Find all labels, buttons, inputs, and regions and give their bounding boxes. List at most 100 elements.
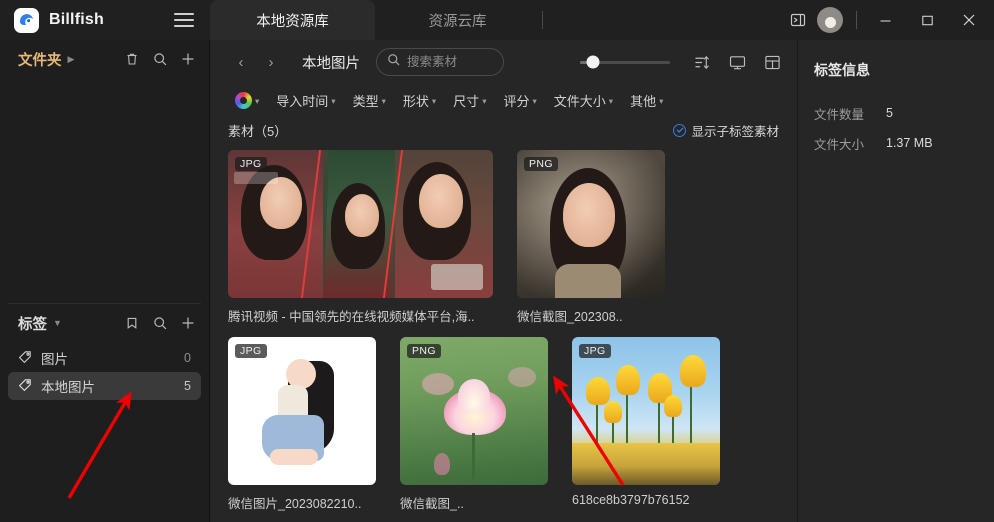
- search-icon[interactable]: [151, 314, 169, 332]
- tag-icon: [18, 350, 32, 367]
- tag-count: 0: [184, 351, 191, 365]
- title-bar: Billfish 本地资源库 资源云库: [0, 0, 994, 40]
- tag-list: 图片 0 本地图片 5: [0, 342, 209, 402]
- controls-divider: [856, 11, 857, 29]
- asset-item[interactable]: JPG 618ce8b3797b76152: [572, 337, 720, 512]
- chevron-right-icon[interactable]: ▶: [68, 54, 75, 65]
- folder-tree[interactable]: [0, 78, 209, 303]
- filter-other[interactable]: 其他 ▾: [623, 89, 670, 112]
- filter-dimension[interactable]: 尺寸 ▾: [446, 89, 493, 112]
- chevron-down-icon: ▾: [659, 95, 664, 106]
- plus-icon[interactable]: [179, 50, 197, 68]
- brand-area: Billfish: [0, 0, 210, 40]
- thumbnail-image: [400, 337, 548, 485]
- panel-toggle-icon[interactable]: [781, 0, 815, 40]
- app-logo-icon: [14, 7, 39, 33]
- slider-track: [580, 55, 670, 69]
- asset-thumbnail[interactable]: PNG: [517, 150, 665, 298]
- show-subtag-toggle[interactable]: 显示子标签素材: [673, 121, 779, 140]
- info-value: 1.37 MB: [886, 136, 933, 150]
- grid-layout-icon[interactable]: [761, 51, 783, 73]
- asset-item[interactable]: JPG 微信图片_2023082210..: [228, 337, 376, 512]
- filter-file-size[interactable]: 文件大小 ▾: [547, 89, 620, 112]
- tab-divider: [542, 11, 543, 29]
- maximize-button[interactable]: [906, 0, 948, 40]
- billfish-window: Billfish 本地资源库 资源云库 文件夹 ▶ 标签 ▼ 图片 0 本地图片…: [0, 0, 994, 522]
- filter-import-time[interactable]: 导入时间 ▾: [269, 89, 342, 112]
- view-options: [691, 51, 783, 73]
- avatar[interactable]: [817, 7, 843, 33]
- slider-knob[interactable]: [586, 55, 600, 69]
- bookmark-icon[interactable]: [123, 314, 141, 332]
- panel-title: 标签信息: [814, 62, 870, 78]
- filter-label: 评分: [503, 93, 530, 109]
- window-controls: [781, 0, 994, 40]
- app-title: Billfish: [49, 11, 104, 28]
- chevron-down-icon: ▾: [482, 95, 487, 106]
- format-badge: JPG: [235, 157, 267, 171]
- asset-count: 素材（5）: [228, 123, 288, 139]
- asset-grid-scroll[interactable]: JPG 腾讯视频 - 中国领先的在线视频媒体平台,海.. PNG 微信截图_20…: [210, 144, 797, 522]
- asset-grid: JPG 腾讯视频 - 中国领先的在线视频媒体平台,海.. PNG 微信截图_20…: [228, 150, 779, 522]
- back-button[interactable]: ‹: [228, 49, 254, 75]
- info-value: 5: [886, 106, 893, 120]
- tab-cloud-library[interactable]: 资源云库: [375, 0, 540, 40]
- format-badge: PNG: [524, 157, 558, 171]
- asset-name: 腾讯视频 - 中国领先的在线视频媒体平台,海..: [228, 310, 475, 324]
- chevron-down-icon: ▾: [331, 95, 336, 106]
- content-toolbar: ‹ › 本地图片: [210, 40, 797, 84]
- color-wheel-icon: [235, 91, 252, 109]
- trash-icon[interactable]: [123, 50, 141, 68]
- sidebar-item-tag-pictures[interactable]: 图片 0: [8, 344, 201, 372]
- asset-item[interactable]: PNG 微信截图_..: [400, 337, 548, 512]
- asset-thumbnail[interactable]: JPG: [228, 150, 493, 298]
- search-icon[interactable]: [151, 50, 169, 68]
- filter-color[interactable]: ▾: [228, 90, 266, 111]
- chevron-down-icon: ▾: [431, 95, 437, 106]
- info-key: 文件大小: [814, 137, 865, 152]
- asset-thumbnail[interactable]: JPG: [572, 337, 720, 485]
- filter-rating[interactable]: 评分 ▾: [496, 89, 543, 112]
- sidebar-item-tag-local-pictures[interactable]: 本地图片 5: [8, 372, 201, 400]
- breadcrumb: 本地图片: [302, 55, 360, 72]
- check-circle-icon: [673, 123, 687, 137]
- chevron-down-icon: ▾: [532, 95, 537, 106]
- display-icon[interactable]: [726, 51, 748, 73]
- tag-count: 5: [184, 379, 191, 393]
- asset-thumbnail[interactable]: JPG: [228, 337, 376, 485]
- plus-icon[interactable]: [179, 314, 197, 332]
- show-subtag-label: 显示子标签素材: [691, 124, 779, 139]
- tab-local-library[interactable]: 本地资源库: [210, 0, 375, 40]
- chevron-down-icon[interactable]: ▼: [53, 318, 62, 328]
- filter-type[interactable]: 类型 ▾: [346, 89, 393, 112]
- content-area: ‹ › 本地图片 搜索素材 ▾ 导入时间 ▾ 类型 ▾ 形状 ▾ 尺寸 ▾ 评分…: [210, 40, 797, 522]
- thumbnail-size-slider[interactable]: [580, 55, 670, 69]
- filter-label: 形状: [402, 93, 429, 109]
- chevron-down-icon: ▾: [255, 95, 260, 106]
- info-key: 文件数量: [814, 107, 865, 122]
- folders-title: 文件夹: [18, 52, 62, 69]
- format-badge: PNG: [407, 344, 441, 358]
- minimize-button[interactable]: [864, 0, 906, 40]
- filter-label: 其他: [630, 93, 657, 109]
- hamburger-icon[interactable]: [172, 8, 196, 32]
- asset-item[interactable]: JPG 腾讯视频 - 中国领先的在线视频媒体平台,海..: [228, 150, 493, 325]
- folders-header: 文件夹 ▶: [0, 40, 209, 78]
- tags-title: 标签: [18, 316, 47, 333]
- close-button[interactable]: [948, 0, 990, 40]
- thumbnail-image: [572, 337, 720, 485]
- search-input[interactable]: [407, 55, 493, 69]
- search-icon: [387, 53, 400, 71]
- tag-label: 图片: [41, 352, 68, 367]
- search-box[interactable]: [376, 48, 504, 76]
- tag-label: 本地图片: [41, 380, 95, 395]
- forward-button[interactable]: ›: [258, 49, 284, 75]
- asset-item[interactable]: PNG 微信截图_202308..: [517, 150, 665, 325]
- filter-label: 尺寸: [453, 93, 480, 109]
- chevron-down-icon: ▾: [608, 95, 614, 106]
- tag-icon: [18, 378, 32, 395]
- sort-icon[interactable]: [691, 51, 713, 73]
- filter-shape[interactable]: 形状 ▾: [396, 89, 443, 112]
- asset-thumbnail[interactable]: PNG: [400, 337, 548, 485]
- count-bar: 素材（5） 显示子标签素材: [210, 116, 797, 144]
